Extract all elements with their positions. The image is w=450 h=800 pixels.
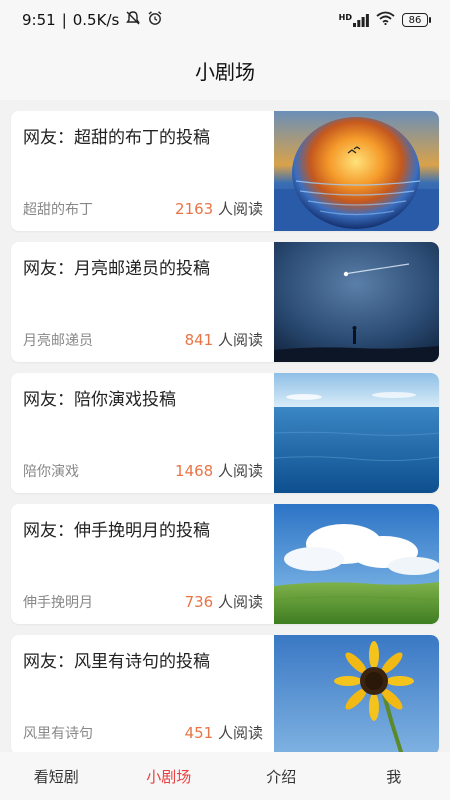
post-thumbnail[interactable] [274, 635, 439, 752]
post-title: 网友：月亮邮递员的投稿 [23, 259, 210, 279]
tab-watch-shorts[interactable]: 看短剧 [0, 752, 113, 800]
sunset-sphere-image [274, 111, 439, 231]
read-count-number: 736 [184, 593, 214, 611]
hd-label: HD [338, 12, 352, 22]
tab-me[interactable]: 我 [338, 752, 450, 800]
status-time: 9:51 [22, 11, 56, 29]
read-count: 1468 人阅读 [175, 460, 263, 481]
post-title: 网友：风里有诗句的投稿 [23, 652, 210, 672]
battery-icon: 86 [402, 13, 431, 27]
post-author: 陪你演戏 [23, 464, 79, 480]
signal-icon: HD [338, 12, 369, 27]
read-count-number: 451 [184, 724, 214, 742]
status-left: 9:51 | 0.5K/s [22, 10, 163, 30]
post-author: 风里有诗句 [23, 726, 93, 742]
read-count: 451 人阅读 [185, 722, 263, 743]
post-card[interactable]: 网友：伸手挽明月的投稿 伸手挽明月 736 人阅读 [11, 504, 439, 624]
status-network-speed: 0.5K/s [72, 11, 120, 29]
read-count-label: 人阅读 [213, 593, 263, 611]
read-count: 736 人阅读 [185, 591, 263, 612]
post-thumbnail[interactable] [274, 504, 439, 624]
read-count-label: 人阅读 [213, 331, 263, 349]
page-header: 小剧场 [0, 40, 450, 100]
post-card[interactable]: 网友：陪你演戏投稿 陪你演戏 1468 人阅读 [11, 373, 439, 493]
grassland-clouds-image [274, 504, 439, 624]
post-title: 网友：超甜的布丁的投稿 [23, 128, 210, 148]
post-title: 网友：伸手挽明月的投稿 [23, 521, 210, 541]
night-meteor-image [274, 242, 439, 362]
post-card[interactable]: 网友：月亮邮递员的投稿 月亮邮递员 841 人阅读 [11, 242, 439, 362]
post-author: 伸手挽明月 [23, 595, 93, 611]
read-count-label: 人阅读 [213, 200, 263, 218]
mute-icon [125, 10, 141, 30]
sunflower-sky-image [274, 635, 439, 752]
status-separator: | [61, 11, 67, 29]
read-count-label: 人阅读 [213, 462, 263, 480]
post-title: 网友：陪你演戏投稿 [23, 390, 176, 410]
read-count-number: 1468 [175, 462, 214, 480]
read-count-label: 人阅读 [213, 724, 263, 742]
post-thumbnail[interactable] [274, 373, 439, 493]
read-count-number: 2163 [175, 200, 214, 218]
read-count-number: 841 [184, 331, 214, 349]
page-title: 小剧场 [195, 59, 255, 84]
post-author: 月亮邮递员 [23, 333, 93, 349]
post-list[interactable]: 网友：超甜的布丁的投稿 超甜的布丁 2163 人阅读 网友：月亮邮递员的投稿 月… [0, 100, 450, 752]
post-thumbnail[interactable] [274, 242, 439, 362]
tab-theater[interactable]: 小剧场 [113, 752, 226, 800]
read-count: 841 人阅读 [185, 329, 263, 350]
post-card[interactable]: 网友：风里有诗句的投稿 风里有诗句 451 人阅读 [11, 635, 439, 752]
status-right: HD 86 [338, 11, 431, 29]
tab-intro[interactable]: 介绍 [225, 752, 338, 800]
post-card[interactable]: 网友：超甜的布丁的投稿 超甜的布丁 2163 人阅读 [11, 111, 439, 231]
alarm-icon [147, 10, 163, 30]
read-count: 2163 人阅读 [175, 198, 263, 219]
post-thumbnail[interactable] [274, 111, 439, 231]
post-author: 超甜的布丁 [23, 202, 93, 218]
status-bar: 9:51 | 0.5K/s HD 86 [0, 0, 450, 40]
bottom-tab-bar: 看短剧 小剧场 介绍 我 [0, 752, 450, 800]
wifi-icon [376, 11, 395, 29]
ocean-horizon-image [274, 373, 439, 493]
